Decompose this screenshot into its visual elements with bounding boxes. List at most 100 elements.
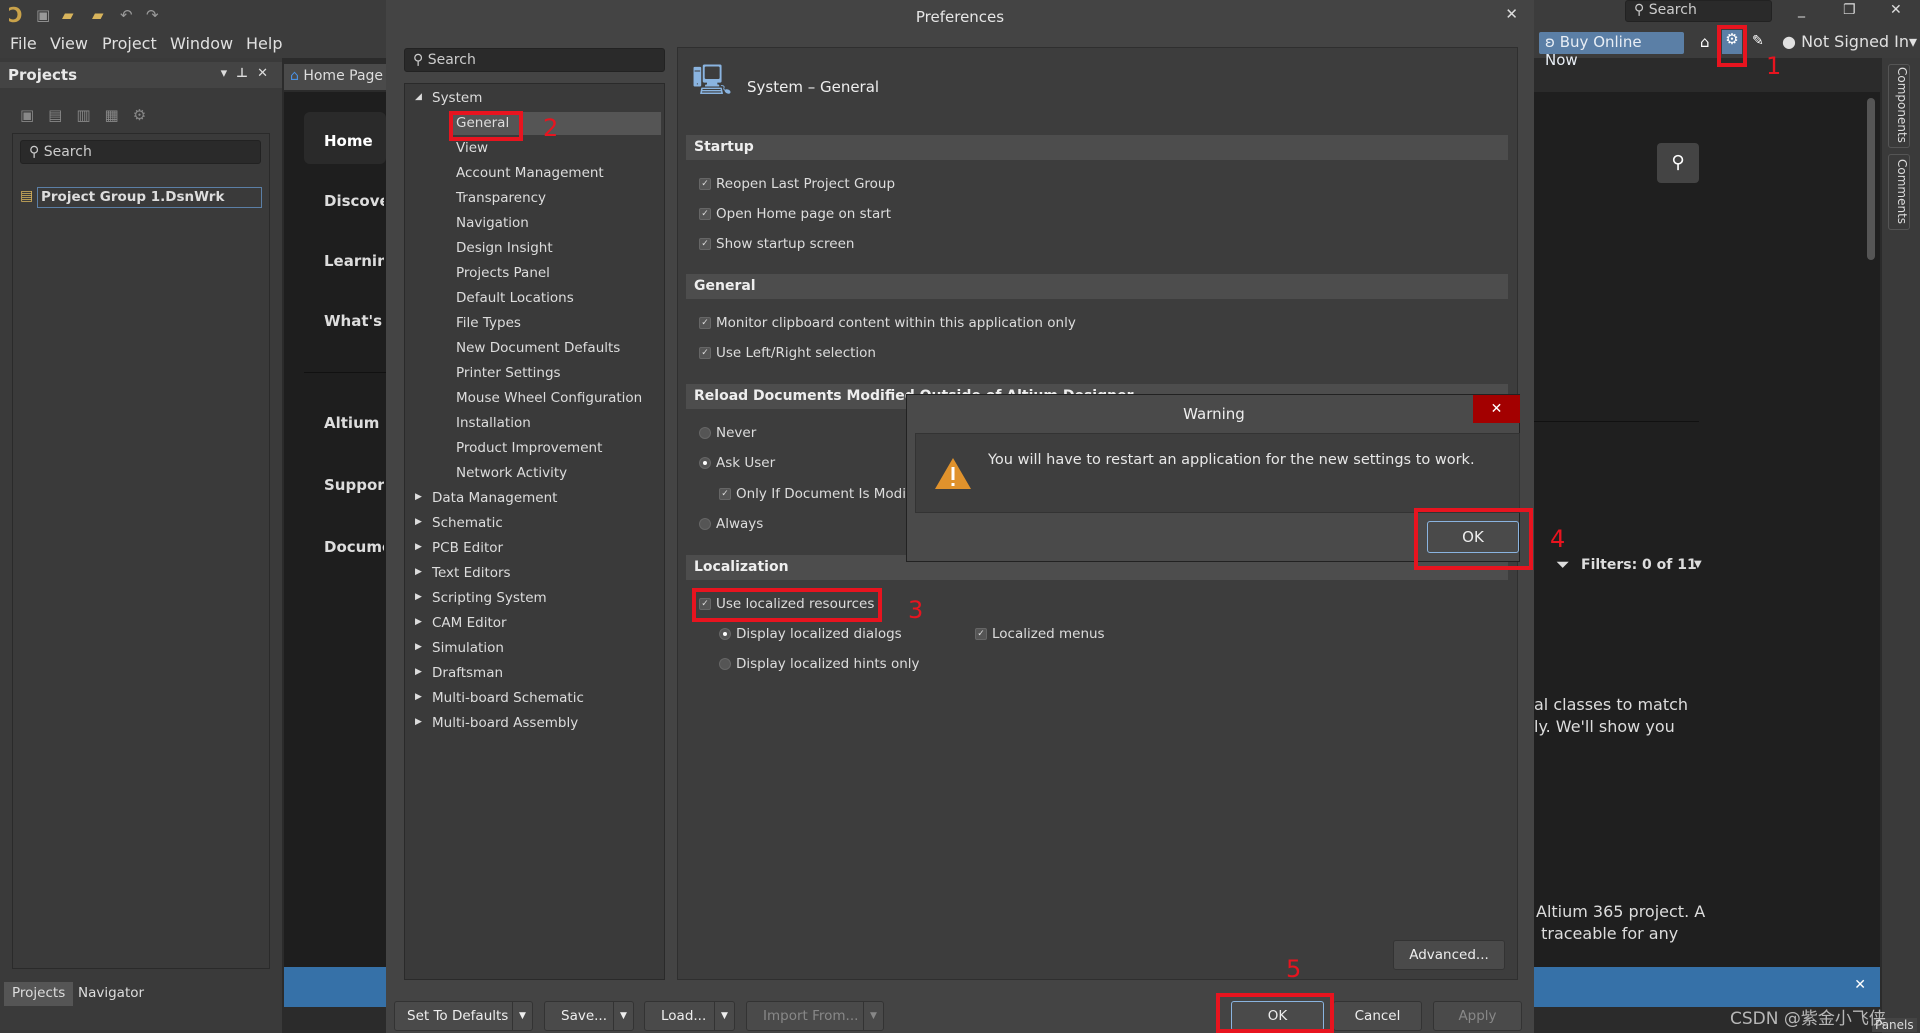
radio-always[interactable]: Always bbox=[699, 516, 763, 532]
dropdown-icon[interactable]: ▼ bbox=[512, 1002, 532, 1030]
checkbox-icon[interactable]: ✓ bbox=[699, 208, 711, 220]
projects-toolbar[interactable]: ▣▤▥▦⚙ bbox=[20, 106, 160, 124]
open-icon[interactable]: ▰ bbox=[62, 6, 74, 24]
dropdown-icon[interactable]: ▼ bbox=[613, 1002, 633, 1030]
dropdown-icon[interactable]: ▼ bbox=[714, 1002, 734, 1030]
tree-item[interactable]: File Types bbox=[456, 315, 521, 331]
radio-never[interactable]: Never bbox=[699, 425, 756, 441]
global-search-input[interactable]: ⚲ Search bbox=[1625, 0, 1772, 22]
tree-item[interactable]: New Document Defaults bbox=[456, 340, 620, 356]
nav-support[interactable]: Support bbox=[324, 476, 384, 494]
undo-icon[interactable]: ↶ bbox=[120, 6, 133, 24]
tree-item[interactable]: Design Insight bbox=[456, 240, 553, 256]
expand-icon[interactable]: ▶ bbox=[415, 517, 422, 527]
tree-item[interactable]: Product Improvement bbox=[456, 440, 602, 456]
startup-option[interactable]: ✓ Open Home page on start bbox=[699, 206, 891, 222]
save-button[interactable]: Save... ▼ bbox=[544, 1001, 634, 1031]
open-project-icon[interactable]: ▰ bbox=[92, 6, 104, 24]
tab-home-page[interactable]: ⌂ Home Page bbox=[284, 64, 386, 90]
expand-icon[interactable]: ▶ bbox=[415, 692, 422, 702]
tab-projects[interactable]: Projects bbox=[4, 982, 74, 1006]
preferences-search-input[interactable]: ⚲ Search bbox=[404, 48, 665, 72]
radio-icon[interactable] bbox=[699, 427, 711, 439]
tree-system[interactable]: System bbox=[432, 90, 482, 106]
checkbox-icon[interactable]: ✓ bbox=[699, 238, 711, 250]
expand-icon[interactable]: ▶ bbox=[415, 542, 422, 552]
redo-icon[interactable]: ↷ bbox=[146, 6, 159, 24]
advanced-button[interactable]: Advanced... bbox=[1393, 940, 1505, 970]
apply-button[interactable]: Apply bbox=[1433, 1001, 1522, 1031]
minimize-icon[interactable]: _ bbox=[1798, 2, 1805, 18]
menu-window[interactable]: Window bbox=[170, 34, 233, 53]
save-icon[interactable]: ▣ bbox=[36, 6, 50, 24]
expand-icon[interactable]: ▶ bbox=[415, 492, 422, 502]
filters-dropdown-icon[interactable]: ▼ bbox=[1694, 559, 1702, 570]
load-button[interactable]: Load... ▼ bbox=[644, 1001, 735, 1031]
preferences-close-icon[interactable]: ✕ bbox=[1505, 5, 1518, 23]
expand-icon[interactable]: ▶ bbox=[415, 642, 422, 652]
home-search-button[interactable]: ⚲ bbox=[1657, 143, 1699, 183]
import-from-button[interactable]: Import From... ▼ bbox=[746, 1001, 884, 1031]
panel-controls-icon[interactable]: ▾ ⊥ ✕ bbox=[221, 66, 268, 81]
dropdown-icon[interactable]: ▼ bbox=[863, 1002, 883, 1030]
user-menu[interactable]: ● Not Signed In▾ bbox=[1782, 32, 1917, 51]
collapse-icon[interactable]: ◢ bbox=[415, 92, 422, 102]
tree-item[interactable]: View bbox=[456, 140, 488, 156]
tree-item[interactable]: Account Management bbox=[456, 165, 604, 181]
expand-icon[interactable]: ▶ bbox=[415, 717, 422, 727]
project-group-item[interactable]: Project Group 1.DsnWrk bbox=[37, 187, 262, 208]
startup-option[interactable]: ✓ Show startup screen bbox=[699, 236, 854, 252]
tree-item[interactable]: Data Management bbox=[432, 490, 557, 506]
scrollbar[interactable] bbox=[1867, 98, 1875, 260]
menu-file[interactable]: File bbox=[10, 34, 37, 53]
radio-icon[interactable] bbox=[699, 518, 711, 530]
banner-close-icon[interactable]: ✕ bbox=[1854, 977, 1866, 993]
buy-online-button[interactable]: ʚ Buy Online Now bbox=[1539, 32, 1684, 69]
nav-whats-new[interactable]: What's N bbox=[324, 312, 384, 330]
nav-home[interactable]: Home bbox=[324, 132, 384, 150]
restore-icon[interactable]: ❐ bbox=[1843, 2, 1856, 18]
close-window-icon[interactable]: ✕ bbox=[1890, 2, 1902, 18]
general-option[interactable]: ✓ Use Left/Right selection bbox=[699, 345, 876, 361]
radio-localized-hints[interactable]: Display localized hints only bbox=[719, 656, 920, 672]
checkbox-icon[interactable]: ✓ bbox=[699, 347, 711, 359]
tree-item[interactable]: Mouse Wheel Configuration bbox=[456, 390, 642, 406]
nav-discover[interactable]: Discover bbox=[324, 192, 384, 210]
expand-icon[interactable]: ▶ bbox=[415, 617, 422, 627]
tree-item[interactable]: PCB Editor bbox=[432, 540, 503, 556]
checkbox-icon[interactable]: ✓ bbox=[699, 317, 711, 329]
tree-item[interactable]: Installation bbox=[456, 415, 531, 431]
notification-icon[interactable]: ✎ bbox=[1752, 33, 1764, 49]
warning-close-button[interactable]: ✕ bbox=[1473, 395, 1520, 423]
tree-item[interactable]: Draftsman bbox=[432, 665, 503, 681]
tree-item[interactable]: Multi-board Assembly bbox=[432, 715, 578, 731]
tree-item[interactable]: Navigation bbox=[456, 215, 529, 231]
only-if-modified-checkbox[interactable]: ✓ Only If Document Is Modified bbox=[719, 486, 931, 502]
projects-search-input[interactable]: ⚲ Search bbox=[20, 140, 261, 164]
checkbox-icon[interactable]: ✓ bbox=[975, 628, 987, 640]
tab-navigator[interactable]: Navigator bbox=[70, 982, 152, 1006]
tree-item[interactable]: Default Locations bbox=[456, 290, 574, 306]
nav-documentation[interactable]: Documen bbox=[324, 538, 384, 556]
checkbox-icon[interactable]: ✓ bbox=[719, 488, 731, 500]
startup-option[interactable]: ✓ Reopen Last Project Group bbox=[699, 176, 895, 192]
nav-learning[interactable]: Learning bbox=[324, 252, 384, 270]
tree-item[interactable]: Printer Settings bbox=[456, 365, 561, 381]
filter-icon[interactable]: ⏷ bbox=[1556, 555, 1570, 575]
localized-menus-checkbox[interactable]: ✓ Localized menus bbox=[975, 626, 1105, 642]
tree-item[interactable]: Projects Panel bbox=[456, 265, 550, 281]
filters-label[interactable]: Filters: 0 of 11 bbox=[1581, 557, 1697, 573]
radio-icon[interactable] bbox=[699, 457, 711, 469]
expand-icon[interactable]: ▶ bbox=[415, 592, 422, 602]
checkbox-icon[interactable]: ✓ bbox=[699, 178, 711, 190]
tree-item[interactable]: Multi-board Schematic bbox=[432, 690, 584, 706]
tree-item[interactable]: Schematic bbox=[432, 515, 503, 531]
menu-view[interactable]: View bbox=[50, 34, 88, 53]
general-option[interactable]: ✓ Monitor clipboard content within this a… bbox=[699, 315, 1076, 331]
tree-item[interactable]: CAM Editor bbox=[432, 615, 507, 631]
tree-item[interactable]: Transparency bbox=[456, 190, 546, 206]
tree-item[interactable]: Simulation bbox=[432, 640, 504, 656]
expand-icon[interactable]: ▶ bbox=[415, 667, 422, 677]
menu-project[interactable]: Project bbox=[102, 34, 157, 53]
radio-ask-user[interactable]: Ask User bbox=[699, 455, 775, 471]
